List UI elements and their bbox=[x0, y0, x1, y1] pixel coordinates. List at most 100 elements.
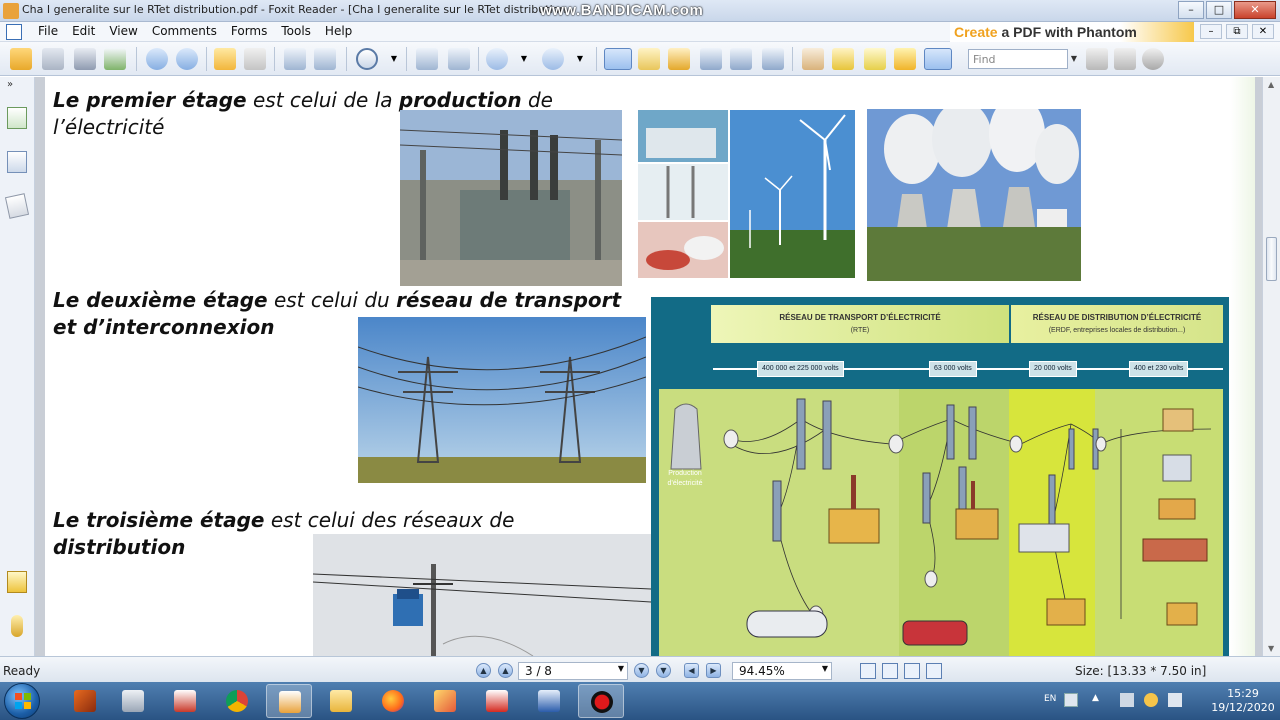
find-dropdown-icon[interactable]: ▼ bbox=[1068, 49, 1080, 69]
scroll-up-icon[interactable]: ▲ bbox=[1268, 80, 1274, 89]
hand-tool-icon[interactable] bbox=[604, 48, 632, 70]
taskbar-calculator[interactable] bbox=[110, 684, 156, 718]
advanced-search-icon[interactable] bbox=[1142, 48, 1164, 70]
taskbar-firefox[interactable] bbox=[370, 684, 416, 718]
network-icon[interactable] bbox=[1120, 693, 1134, 707]
menu-comments[interactable]: Comments bbox=[152, 24, 217, 38]
open-icon[interactable] bbox=[10, 48, 32, 70]
zoom-out-icon[interactable] bbox=[486, 48, 508, 70]
taskbar-foxit-reader[interactable] bbox=[266, 684, 312, 718]
taskbar-chrome[interactable] bbox=[214, 684, 260, 718]
menu-tools[interactable]: Tools bbox=[281, 24, 311, 38]
menu-edit[interactable]: Edit bbox=[72, 24, 95, 38]
zoom-level-input[interactable]: 94.45% ▼ bbox=[732, 662, 832, 680]
zoom-plus-dropdown-icon[interactable]: ▼ bbox=[574, 48, 586, 70]
continuous-facing-view-icon[interactable] bbox=[926, 663, 942, 679]
menu-view[interactable]: View bbox=[109, 24, 137, 38]
page-number-input[interactable]: 3 / 8 ▼ bbox=[518, 662, 628, 680]
binoculars-icon[interactable] bbox=[700, 48, 722, 70]
text-box-icon[interactable] bbox=[864, 48, 886, 70]
arrow-tool-icon[interactable] bbox=[924, 48, 952, 70]
calculator-icon bbox=[122, 690, 144, 712]
taskbar-word[interactable] bbox=[526, 684, 572, 718]
find-previous-icon[interactable] bbox=[1086, 48, 1108, 70]
system-clock[interactable]: 15:29 19/12/2020 bbox=[1208, 687, 1278, 715]
record-icon bbox=[591, 691, 613, 713]
prev-page-icon[interactable]: ▲ bbox=[498, 663, 513, 678]
zoom-out-dropdown-icon[interactable]: ▼ bbox=[518, 48, 530, 70]
next-page-status-icon[interactable]: ▼ bbox=[634, 663, 649, 678]
scroll-down-icon[interactable]: ▼ bbox=[1268, 644, 1274, 653]
bookmarks-icon[interactable] bbox=[7, 107, 27, 129]
collapse-panel-icon[interactable]: » bbox=[7, 79, 27, 91]
find-input[interactable]: Find bbox=[968, 49, 1068, 69]
volume-icon[interactable] bbox=[1168, 693, 1182, 707]
page-decoration bbox=[1230, 77, 1255, 656]
document-icon[interactable] bbox=[6, 24, 22, 40]
taskbar-paint[interactable] bbox=[422, 684, 468, 718]
fit-width-icon[interactable] bbox=[448, 48, 470, 70]
note-icon[interactable] bbox=[894, 48, 916, 70]
system-tray: EN ▲ 15:29 19/12/2020 bbox=[1040, 682, 1280, 720]
highlight-icon[interactable] bbox=[802, 48, 824, 70]
pencil-icon[interactable] bbox=[832, 48, 854, 70]
back-arrow-icon[interactable] bbox=[214, 48, 236, 70]
taskbar-file-explorer[interactable] bbox=[318, 684, 364, 718]
menu-forms[interactable]: Forms bbox=[231, 24, 267, 38]
notification-icon[interactable] bbox=[1144, 693, 1158, 707]
comments-panel-icon[interactable] bbox=[7, 571, 27, 593]
doc-minimize-button[interactable]: – bbox=[1200, 24, 1222, 39]
menu-file[interactable]: File bbox=[38, 24, 58, 38]
attachments-icon[interactable] bbox=[11, 615, 23, 637]
zoom-dropdown-icon[interactable]: ▼ bbox=[388, 48, 400, 70]
show-hidden-icons[interactable]: ▲ bbox=[1092, 693, 1106, 707]
select-arrow-icon[interactable] bbox=[668, 48, 690, 70]
start-button[interactable] bbox=[4, 683, 40, 719]
forward-arrow-icon[interactable] bbox=[244, 48, 266, 70]
typewriter-icon[interactable] bbox=[730, 48, 752, 70]
maximize-button[interactable]: □ bbox=[1206, 1, 1232, 19]
insert-page-icon[interactable] bbox=[314, 48, 336, 70]
page-dropdown-icon[interactable]: ▼ bbox=[618, 664, 624, 673]
close-button[interactable]: ✕ bbox=[1234, 1, 1276, 19]
zoom-plus-icon[interactable] bbox=[542, 48, 564, 70]
minimize-button[interactable]: – bbox=[1178, 1, 1204, 19]
language-indicator[interactable]: EN bbox=[1044, 694, 1056, 704]
single-page-view-icon[interactable] bbox=[860, 663, 876, 679]
phantom-promo-banner[interactable]: Create a PDF with Phantom bbox=[950, 22, 1194, 42]
facing-view-icon[interactable] bbox=[904, 663, 920, 679]
print-icon[interactable] bbox=[74, 48, 96, 70]
email-icon[interactable] bbox=[104, 48, 126, 70]
zoom-in-icon[interactable] bbox=[356, 48, 378, 70]
back-view-icon[interactable]: ◀ bbox=[684, 663, 699, 678]
continuous-view-icon[interactable] bbox=[882, 663, 898, 679]
vertical-scrollbar[interactable]: ▲ ▼ bbox=[1262, 77, 1280, 656]
zoom-level-dropdown-icon[interactable]: ▼ bbox=[822, 664, 828, 673]
layers-icon[interactable] bbox=[4, 193, 30, 219]
fit-page-icon[interactable] bbox=[416, 48, 438, 70]
page-size-info: Size: [13.33 * 7.50 in] bbox=[1075, 664, 1207, 678]
extract-page-icon[interactable] bbox=[284, 48, 306, 70]
doc-close-button[interactable]: ✕ bbox=[1252, 24, 1274, 39]
pages-icon[interactable] bbox=[7, 151, 27, 173]
save-icon[interactable] bbox=[42, 48, 64, 70]
menu-help[interactable]: Help bbox=[325, 24, 352, 38]
last-page-icon[interactable]: ▼ bbox=[656, 663, 671, 678]
find-next-icon[interactable] bbox=[1114, 48, 1136, 70]
matlab-icon bbox=[74, 690, 96, 712]
taskbar-acrobat[interactable] bbox=[474, 684, 520, 718]
forward-view-icon[interactable]: ▶ bbox=[706, 663, 721, 678]
next-page-icon[interactable] bbox=[176, 48, 198, 70]
taskbar-neplan[interactable] bbox=[162, 684, 208, 718]
first-page-icon[interactable]: ▲ bbox=[476, 663, 491, 678]
snapshot-icon[interactable] bbox=[762, 48, 784, 70]
previous-page-icon[interactable] bbox=[146, 48, 168, 70]
taskbar-bandicam[interactable] bbox=[578, 684, 624, 718]
doc-restore-button[interactable]: ⧉ bbox=[1226, 24, 1248, 39]
transport-title: RÉSEAU DE TRANSPORT D’ÉLECTRICITÉ bbox=[779, 313, 941, 322]
chrome-icon bbox=[226, 690, 248, 712]
select-text-icon[interactable] bbox=[638, 48, 660, 70]
taskbar-matlab[interactable] bbox=[62, 684, 108, 718]
keyboard-icon[interactable] bbox=[1064, 693, 1078, 707]
scroll-thumb[interactable] bbox=[1266, 237, 1277, 281]
